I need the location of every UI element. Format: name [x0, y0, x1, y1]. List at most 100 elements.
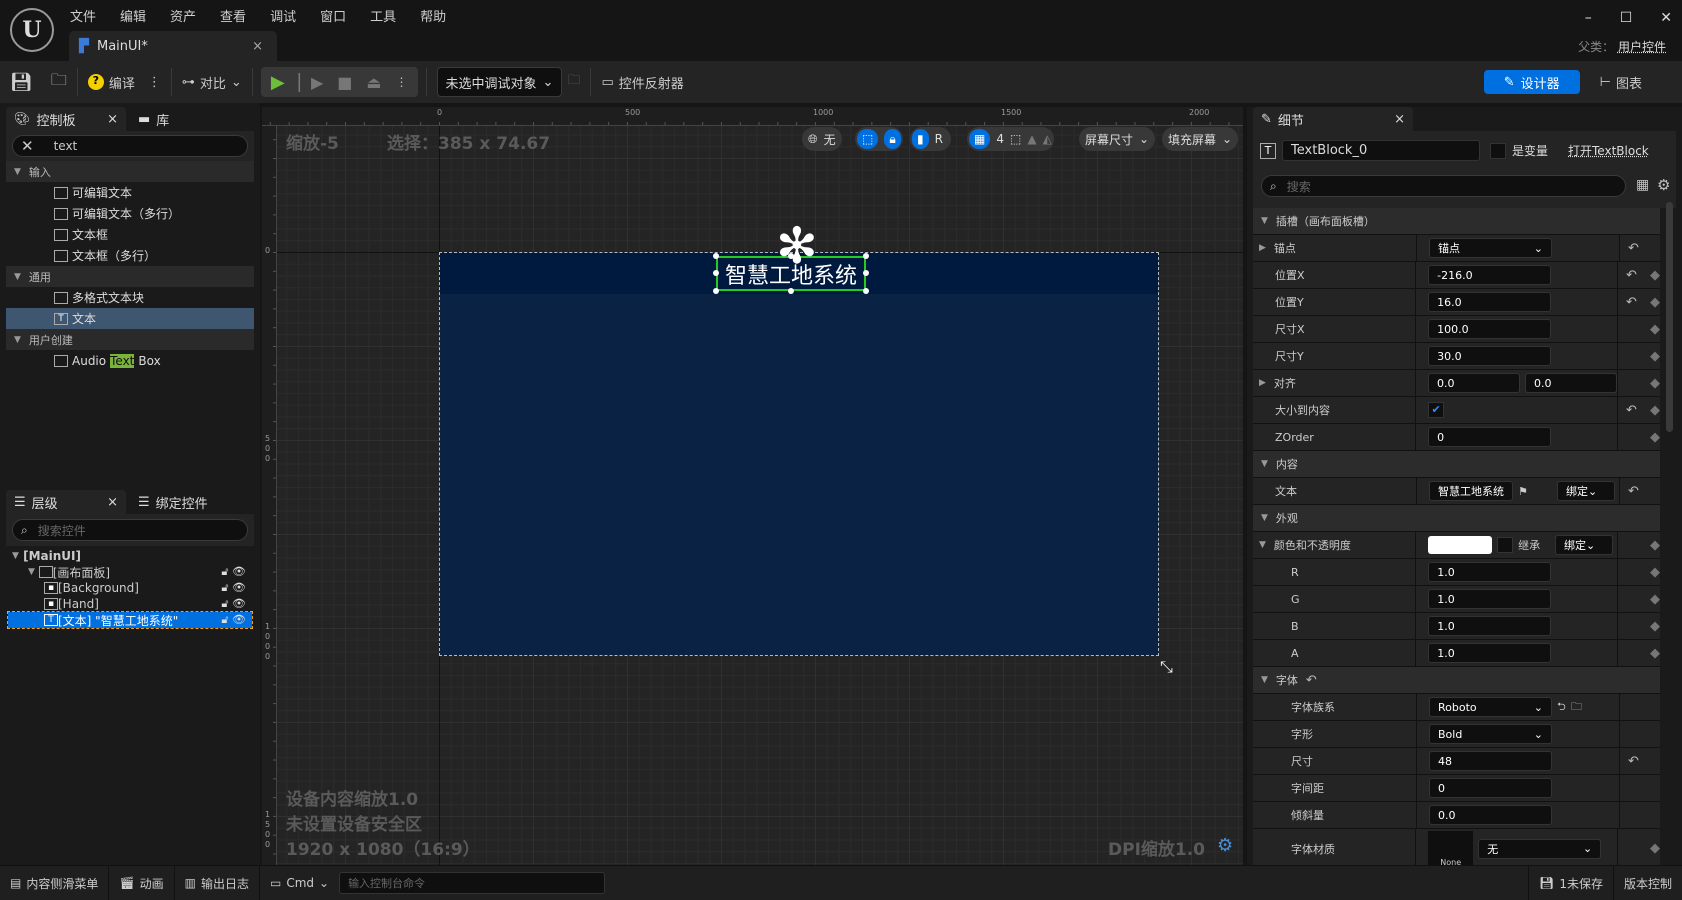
bind-dropdown[interactable]: 绑定 ⌄: [1555, 535, 1613, 555]
dpi-settings-gear-icon[interactable]: ⚙: [1217, 835, 1233, 856]
close-tab-icon[interactable]: ×: [107, 495, 118, 510]
resize-handle[interactable]: [713, 288, 719, 294]
parent-class-link[interactable]: 用户控件: [1618, 40, 1666, 54]
select-icon[interactable]: ⬚: [1010, 132, 1021, 146]
details-search-input[interactable]: ⌕ 搜索: [1261, 175, 1626, 197]
bind-dropdown[interactable]: 绑定 ⌄: [1557, 481, 1615, 501]
browse-back-icon[interactable]: ⮌: [1557, 698, 1566, 717]
tree-item-canvas[interactable]: ▼ [画布面板] 🔓︎ 👁︎: [8, 564, 252, 580]
lock-visibility-icons[interactable]: 🔓︎ 👁︎: [221, 613, 246, 627]
mirror-icon[interactable]: ◭: [1043, 132, 1052, 146]
clear-search-icon[interactable]: ✕: [21, 137, 34, 155]
expand-arrow-icon[interactable]: ▼: [1259, 540, 1266, 550]
expand-arrow-icon[interactable]: ▼: [1261, 459, 1268, 469]
animation-button[interactable]: 🎬︎ 动画: [109, 866, 175, 900]
output-log-button[interactable]: ▥ 输出日志: [175, 866, 260, 900]
unsaved-button[interactable]: 💾︎ 1未保存: [1528, 866, 1614, 900]
close-window-icon[interactable]: ✕: [1660, 10, 1672, 26]
diff-button[interactable]: ⊶ 对比 ⌄: [172, 61, 252, 103]
property-input[interactable]: -216.0: [1428, 265, 1552, 285]
resize-handle[interactable]: [713, 270, 719, 276]
property-dropdown[interactable]: 锚点 ⌄: [1429, 238, 1552, 258]
keyframe-icon[interactable]: ◆: [1650, 619, 1660, 634]
details-scrollbar[interactable]: [1666, 202, 1673, 432]
eject-icon[interactable]: ⏏: [366, 73, 381, 92]
details-section[interactable]: ▼ 字体 ↶: [1253, 667, 1660, 694]
stop-icon[interactable]: ■: [337, 73, 352, 92]
tree-item-mainui[interactable]: ▼ [MainUI]: [8, 548, 252, 564]
property-input[interactable]: 1.0: [1428, 616, 1552, 636]
reset-arrow-icon[interactable]: ↶: [1628, 754, 1642, 769]
material-thumbnail[interactable]: None: [1428, 830, 1474, 867]
keyframe-icon[interactable]: ◆: [1650, 430, 1660, 445]
property-input[interactable]: 0.0: [1429, 805, 1552, 825]
more-icon[interactable]: ⋮: [148, 75, 161, 90]
lock-visibility-icons[interactable]: 🔓︎ 👁︎: [221, 581, 246, 595]
console-command-input[interactable]: 输入控制台命令: [339, 872, 606, 894]
reset-arrow-icon[interactable]: ↶: [1626, 403, 1640, 418]
menu-2[interactable]: 资产: [170, 6, 210, 25]
reset-arrow-icon[interactable]: ↶: [1626, 268, 1640, 283]
world-space-toggle[interactable]: 🌐︎ 无: [802, 127, 842, 151]
resize-handle[interactable]: [863, 253, 869, 259]
cmd-dropdown[interactable]: ▭ Cmd ⌄: [260, 866, 339, 900]
details-section[interactable]: ▼ 外观↶: [1253, 505, 1660, 532]
color-swatch[interactable]: [1428, 536, 1493, 554]
reset-arrow-icon[interactable]: ↶: [1306, 673, 1320, 688]
tab-details[interactable]: ✎ 细节 ×: [1253, 107, 1413, 131]
property-input[interactable]: 1.0: [1428, 643, 1552, 663]
palette-item[interactable]: 文本框: [6, 224, 254, 245]
palette-section[interactable]: ▼ 输入: [6, 161, 254, 182]
close-tab-icon[interactable]: ×: [252, 39, 263, 54]
expand-arrow-icon[interactable]: ▶: [1259, 243, 1266, 253]
expand-arrow-icon[interactable]: ▼: [1261, 513, 1268, 523]
reset-arrow-icon[interactable]: ↶: [1628, 484, 1642, 499]
table-view-icon[interactable]: ▦: [1636, 177, 1649, 193]
lock-visibility-icons[interactable]: 🔓︎ 👁︎: [221, 597, 246, 611]
expand-arrow-icon[interactable]: ▶: [1259, 378, 1266, 388]
resize-handle[interactable]: [863, 270, 869, 276]
menu-3[interactable]: 查看: [220, 6, 260, 25]
property-input[interactable]: 30.0: [1428, 346, 1552, 366]
keyframe-icon[interactable]: ◆: [1650, 841, 1660, 856]
tab-library[interactable]: ▬ 库: [130, 107, 177, 131]
design-surface[interactable]: 智慧工地系统 ✻: [439, 221, 1159, 656]
maximize-icon[interactable]: ☐: [1620, 10, 1633, 26]
tab-bind-widgets[interactable]: ☰ 绑定控件: [130, 490, 216, 514]
tab-mainui[interactable]: ▛ MainUI* ×: [69, 31, 277, 61]
property-input[interactable]: 0: [1428, 427, 1552, 447]
palette-item[interactable]: 可编辑文本: [6, 182, 254, 203]
designer-button[interactable]: ✎ 设计器: [1483, 70, 1580, 94]
menu-0[interactable]: 文件: [70, 6, 110, 25]
menu-5[interactable]: 窗口: [320, 6, 360, 25]
settings-gear-icon[interactable]: ⚙: [1657, 176, 1670, 194]
property-input[interactable]: 0: [1429, 778, 1552, 798]
palette-item[interactable]: Audio Text Box: [6, 350, 254, 371]
property-input[interactable]: 1.0: [1428, 562, 1552, 582]
resize-handle[interactable]: [788, 253, 794, 259]
menu-6[interactable]: 工具: [370, 6, 410, 25]
palette-section[interactable]: ▼ 通用: [6, 266, 254, 287]
save-icon[interactable]: 💾︎: [10, 72, 33, 93]
open-textblock-link[interactable]: 打开TextBlock: [1568, 142, 1649, 159]
property-dropdown[interactable]: Roboto ⌄: [1429, 697, 1552, 717]
palette-section[interactable]: ▼ 用户创建: [6, 329, 254, 350]
close-tab-icon[interactable]: ×: [107, 112, 118, 127]
browse-folder-icon[interactable]: 🗀: [1571, 698, 1582, 717]
keyframe-icon[interactable]: ◆: [1650, 538, 1660, 553]
palette-item[interactable]: 可编辑文本（多行）: [6, 203, 254, 224]
browse-icon[interactable]: 🗀: [51, 69, 67, 96]
lock-visibility-icons[interactable]: 🔓︎ 👁︎: [221, 565, 246, 579]
is-variable-checkbox[interactable]: [1490, 142, 1506, 159]
property-input[interactable]: 0.0: [1428, 373, 1520, 393]
size-to-content-checkbox[interactable]: ✔: [1428, 402, 1445, 418]
palette-search-input[interactable]: ✕ text: [12, 135, 248, 157]
localize-flag-icon[interactable]: ⚑: [1518, 485, 1528, 498]
reset-arrow-icon[interactable]: ↶: [1626, 295, 1640, 310]
resize-handle[interactable]: [863, 288, 869, 294]
screen-size-dropdown[interactable]: 屏幕尺寸 ⌄: [1079, 127, 1156, 151]
anchor-icon[interactable]: ✻: [776, 221, 818, 271]
expand-arrow-icon[interactable]: ▼: [12, 551, 19, 561]
locale-lock-toggle[interactable]: ⬚ 🔒︎: [855, 127, 903, 151]
expand-arrow-icon[interactable]: ▼: [28, 567, 35, 577]
